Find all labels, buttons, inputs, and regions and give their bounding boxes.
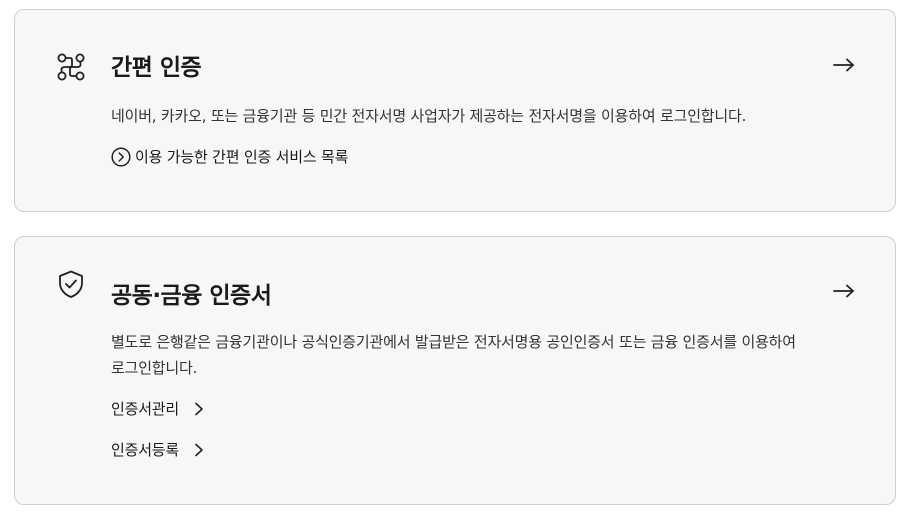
- shield-check-icon: [59, 270, 83, 298]
- simple-auth-service-list-link[interactable]: 이용 가능한 간편 인증 서비스 목록: [111, 146, 348, 167]
- certificate-register-link[interactable]: 인증서등록: [111, 439, 205, 460]
- route-nodes-icon: [57, 53, 85, 81]
- simple-auth-description: 네이버, 카카오, 또는 금융기관 등 민간 전자서명 사업자가 제공하는 전자…: [111, 107, 747, 125]
- simple-auth-card[interactable]: 간편 인증 네이버, 카카오, 또는 금융기관 등 민간 전자서명 사업자가 제…: [14, 9, 896, 212]
- certificate-auth-title: 공동·금융 인증서: [111, 283, 272, 309]
- arrow-right-icon[interactable]: [833, 58, 855, 72]
- chevron-right-icon: [195, 402, 203, 415]
- chevron-right-icon: [195, 443, 203, 456]
- certificate-register-label: 인증서등록: [111, 441, 180, 459]
- chevron-circle-right-icon: [111, 146, 131, 167]
- certificate-auth-description: 별도로 은행같은 금융기관이나 공식인증기관에서 발급받은 전자서명용 공인인증…: [111, 333, 796, 377]
- certificate-manage-label: 인증서관리: [111, 400, 180, 418]
- arrow-right-icon[interactable]: [833, 284, 855, 298]
- service-list-link-label: 이용 가능한 간편 인증 서비스 목록: [135, 148, 349, 166]
- certificate-manage-link[interactable]: 인증서관리: [111, 398, 205, 419]
- certificate-auth-card[interactable]: 공동·금융 인증서 별도로 은행같은 금융기관이나 공식인증기관에서 발급받은 …: [14, 236, 896, 505]
- simple-auth-title: 간편 인증: [111, 55, 202, 81]
